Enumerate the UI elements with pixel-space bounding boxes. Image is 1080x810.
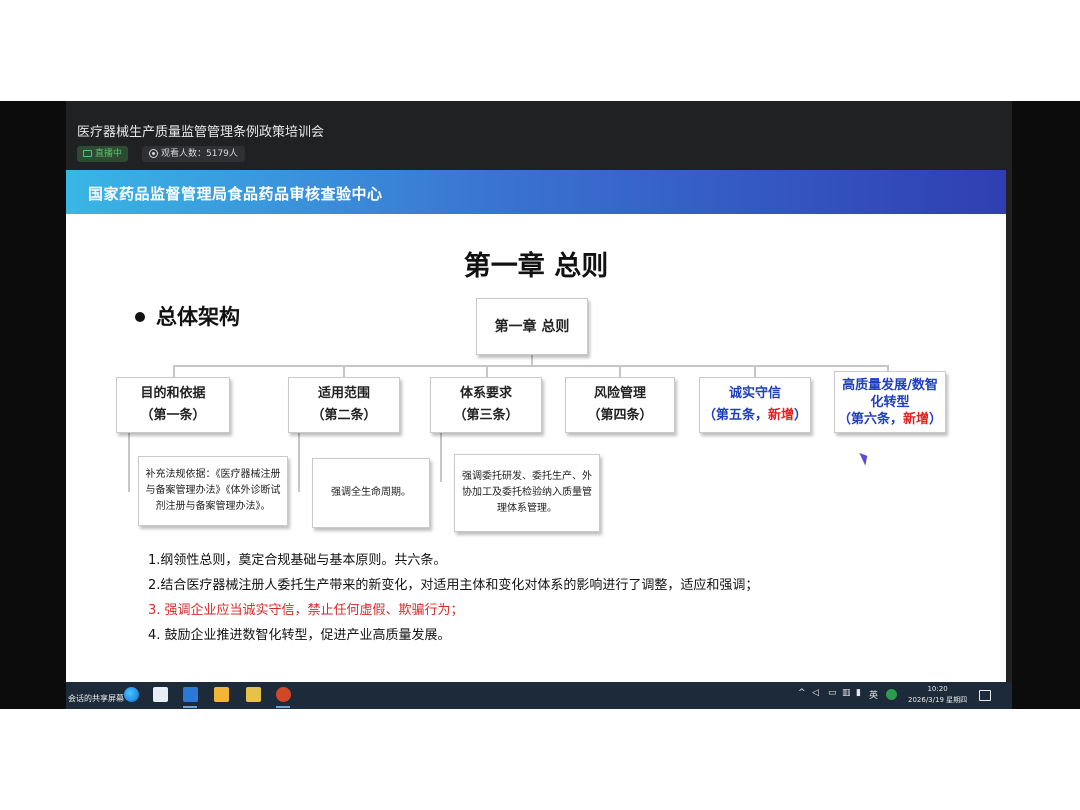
chat-app-icon[interactable] [153,687,168,702]
connector-1 [173,365,175,377]
chapter-title: 第一章 总则 [463,251,609,282]
note-text: 强调全生命周期。 [331,487,411,498]
bullet-dot [135,312,145,322]
branch-article-close: ） [794,408,808,423]
branch-name-line2: 化转型 [870,394,910,410]
new-tag: 新增 [767,408,794,423]
powerpoint-icon[interactable] [276,687,291,702]
meeting-app-icon[interactable] [183,687,198,702]
branch-box-system: 体系要求 （第三条） [430,377,542,433]
connector-horizontal [173,365,887,367]
clock-date: 2026/3/19 星期四 [908,696,968,704]
note-box-system: 强调委托研发、委托生产、外协加工及委托检验纳入质量管理体系管理。 [454,454,600,532]
connector-note-3 [440,432,442,482]
branch-name: 体系要求 [459,386,512,401]
slide-banner: 国家药品监督管理局食品药品审核查验中心 [66,170,1006,214]
branch-name: 目的和依据 [140,386,206,401]
display-icon[interactable]: ▭ [828,688,837,698]
branch-article: （第五条， [702,408,768,423]
branch-name: 诚实守信 [728,386,781,401]
microphone-icon[interactable]: ▮ [856,688,861,698]
media-player-icon[interactable] [214,687,229,702]
connector-2 [343,365,345,377]
branch-name: 风险管理 [593,386,646,401]
screen-share-label: 会话的共享屏幕 [66,693,126,704]
taskbar: 会话的共享屏幕 ^ ◁ ▭ ▥ ▮ 英 10:20 2026/3/19 星期四 [66,682,1012,709]
point-2: 2.结合医疗器械注册人委托生产带来的新变化，对适用主体和变化对体系的影响进行了调… [148,578,759,593]
point-3: 3. 强调企业应当诚实守信，禁止任何虚假、欺骗行为； [148,603,464,618]
branch-article: （第二条） [311,408,377,423]
connector-4 [619,365,621,377]
branch-name-line1: 高质量发展/数智 [842,377,938,393]
eye-icon [149,149,158,158]
meeting-header: 医疗器械生产质量监管管理条例政策培训会 直播中 观看人数：5179人 [66,101,1012,171]
branch-article-line: （第五条，新增） [703,405,807,427]
branch-article: （第三条） [453,408,519,423]
banner-text: 国家药品监督管理局食品药品审核查验中心 [88,185,383,203]
live-status-badge: 直播中 [77,146,129,162]
connector-note-1 [128,432,130,492]
branch-box-risk: 风险管理 （第四条） [565,377,675,433]
mouse-cursor-icon [859,450,871,466]
notification-icon[interactable] [979,690,991,701]
wechat-tray-icon[interactable] [886,689,897,700]
system-clock[interactable]: 10:20 2026/3/19 星期四 [908,684,967,706]
branch-box-digital: 高质量发展/数智 化转型 （第六条，新增） [834,371,946,433]
point-4: 4. 鼓励企业推进数智化转型，促进产业高质量发展。 [148,628,451,643]
connector-note-2 [298,432,300,492]
connector-5 [754,365,756,377]
note-box-purpose: 补充法规依据：《医疗器械注册与备案管理办法》《体外诊断试剂注册与备案管理办法》。 [138,456,288,526]
note-text: 补充法规依据：《医疗器械注册与备案管理办法》《体外诊断试剂注册与备案管理办法》。 [145,469,281,512]
branch-article: （第一条） [140,408,206,423]
network-icon[interactable]: ▥ [842,688,851,698]
branch-name: 适用范围 [317,386,370,401]
active-indicator [183,706,197,708]
shared-slide: 国家药品监督管理局食品药品审核查验中心 第一章 总则 总体架构 第一章 总则 目… [66,170,1006,682]
branch-article-close: ） [929,411,943,427]
point-1: 1.纲领性总则，奠定合规基础与基本原则。共六条。 [148,553,447,568]
section-label: 总体架构 [156,305,240,329]
connector-3 [486,365,488,377]
live-label: 直播中 [95,149,123,159]
new-tag: 新增 [902,411,929,427]
branch-article: （第六条， [837,411,903,427]
branch-article: （第四条） [587,408,653,423]
viewer-count-badge[interactable]: 观看人数：5179人 [142,146,245,162]
root-box-label: 第一章 总则 [494,318,570,335]
branch-box-integrity: 诚实守信 （第五条，新增） [699,377,811,433]
active-indicator [276,706,290,708]
camera-icon [83,150,92,157]
ime-language[interactable]: 英 [869,688,878,701]
branch-box-purpose: 目的和依据 （第一条） [116,377,230,433]
note-text: 强调委托研发、委托生产、外协加工及委托检验纳入质量管理体系管理。 [462,471,592,514]
root-box: 第一章 总则 [476,298,588,355]
note-box-scope: 强调全生命周期。 [312,458,430,528]
edge-browser-icon[interactable] [124,687,139,702]
chevron-up-icon[interactable]: ^ [798,688,806,698]
branch-box-scope: 适用范围 （第二条） [288,377,400,433]
speaker-icon[interactable]: ◁ [812,688,819,698]
file-explorer-icon[interactable] [246,687,261,702]
clock-time: 10:20 [927,685,948,693]
key-points: 1.纲领性总则，奠定合规基础与基本原则。共六条。 2.结合医疗器械注册人委托生产… [148,548,758,648]
branch-article-line: （第六条，新增） [838,411,942,428]
viewer-count: 观看人数：5179人 [161,149,238,159]
meeting-title: 医疗器械生产质量监管管理条例政策培训会 [77,125,325,140]
